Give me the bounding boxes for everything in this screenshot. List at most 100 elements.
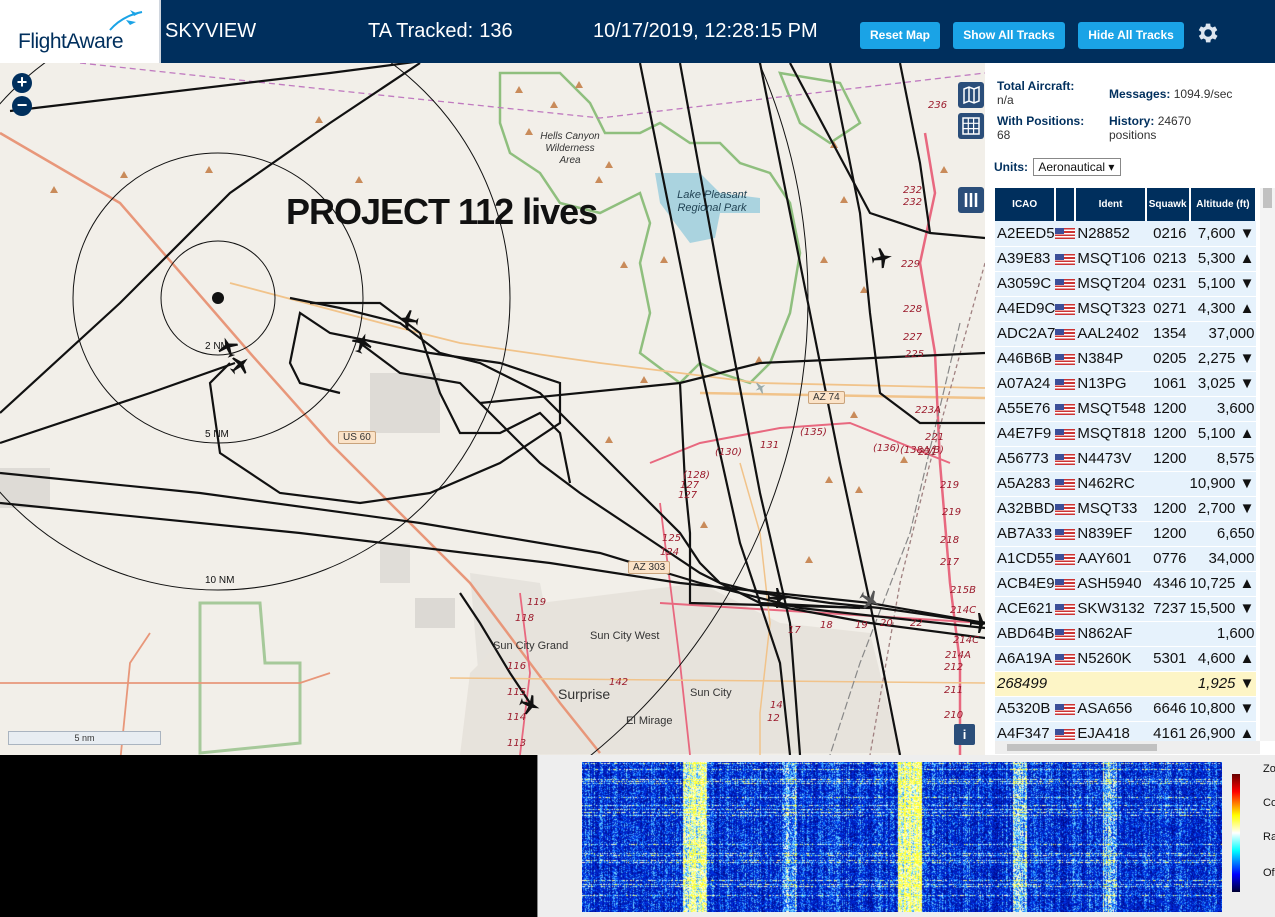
- map-layers-button[interactable]: [958, 82, 984, 108]
- flag-cell: [1055, 471, 1076, 497]
- tracked-count: 136: [479, 20, 513, 42]
- squawk-cell: 7237: [1145, 596, 1190, 622]
- flag-cell: [1055, 221, 1076, 247]
- table-row[interactable]: A39E83 MSQT106 0213 5,300 ▲: [995, 246, 1257, 272]
- with-positions-label: With Positions:: [997, 114, 1085, 128]
- grid-toggle-button[interactable]: [958, 113, 984, 139]
- table-row[interactable]: A4E7F9 MSQT818 1200 5,100 ▲: [995, 421, 1257, 447]
- show-all-tracks-button[interactable]: Show All Tracks: [953, 22, 1065, 49]
- table-row[interactable]: A6A19A N5260K 5301 4,600 ▲: [995, 646, 1257, 672]
- table-row[interactable]: AB7A33 N839EF 1200 6,650: [995, 521, 1257, 547]
- altitude-cell: 15,500 ▼: [1189, 596, 1257, 622]
- reset-map-button[interactable]: Reset Map: [860, 22, 940, 49]
- us-flag-icon: [1055, 328, 1076, 340]
- table-row[interactable]: A1CD55 AAY601 0776 34,000: [995, 546, 1257, 572]
- col-flag[interactable]: [1055, 188, 1077, 221]
- table-row[interactable]: ACE621 SKW3132 7237 15,500 ▼: [995, 596, 1257, 622]
- table-row[interactable]: ABD64B N862AF 1,600: [995, 621, 1257, 647]
- table-row[interactable]: ADC2A7 AAL2402 1354 37,000: [995, 321, 1257, 347]
- table-horizontal-scrollbar[interactable]: [995, 741, 1260, 754]
- col-squawk[interactable]: Squawk: [1145, 188, 1191, 221]
- tracked-status: TA Tracked: 136: [368, 20, 513, 43]
- info-button[interactable]: i: [954, 724, 975, 745]
- ident-cell: MSQT106: [1075, 246, 1146, 272]
- offset-control-label: Of: [1263, 867, 1275, 879]
- us-flag-icon: [1055, 453, 1076, 465]
- table-row[interactable]: A5320B ASA656 6646 10,800 ▼: [995, 696, 1257, 722]
- road-az74: AZ 74: [808, 391, 845, 404]
- table-row[interactable]: A2EED5 N28852 0216 7,600 ▼: [995, 221, 1257, 247]
- icao-cell: 268499: [995, 671, 1056, 697]
- place-sun-city-west: Sun City West: [590, 630, 660, 642]
- altitude-cell: 2,700 ▼: [1189, 496, 1257, 522]
- table-vertical-scrollbar[interactable]: [1260, 188, 1275, 741]
- svg-text:114: 114: [507, 712, 526, 723]
- squawk-cell: 6646: [1145, 696, 1190, 722]
- messages-value: 1094.9/sec: [1173, 87, 1233, 101]
- units-value: Aeronautical: [1038, 160, 1106, 174]
- squawk-cell: [1145, 621, 1190, 647]
- table-row[interactable]: A07A24 N13PG 1061 3,025 ▼: [995, 371, 1257, 397]
- svg-text:14: 14: [770, 700, 783, 711]
- icao-cell: ADC2A7: [995, 321, 1056, 347]
- table-row[interactable]: ACB4E9 ASH5940 4346 10,725 ▲: [995, 571, 1257, 597]
- flag-cell: [1055, 596, 1076, 622]
- hide-all-tracks-button[interactable]: Hide All Tracks: [1078, 22, 1184, 49]
- table-row[interactable]: A55E76 MSQT548 1200 3,600: [995, 396, 1257, 422]
- squawk-cell: 0213: [1145, 246, 1190, 272]
- zoom-out-button[interactable]: −: [12, 96, 32, 116]
- table-row[interactable]: A3059C MSQT204 0231 5,100 ▼: [995, 271, 1257, 297]
- icao-cell: A39E83: [995, 246, 1056, 272]
- us-flag-icon: [1055, 628, 1076, 640]
- logo-text: FlightAware: [18, 30, 124, 53]
- altitude-cell: 4,600 ▲: [1189, 646, 1257, 672]
- svg-text:215B: 215B: [950, 585, 976, 596]
- map-icon: [963, 85, 980, 105]
- table-row[interactable]: A5A283 N462RC 10,900 ▼: [995, 471, 1257, 497]
- flag-cell: [1055, 621, 1076, 647]
- svg-text:228: 228: [903, 304, 922, 315]
- squawk-cell: 1200: [1145, 396, 1190, 422]
- column-toggle-button[interactable]: [958, 187, 984, 213]
- altitude-cell: 8,575: [1189, 446, 1257, 472]
- us-flag-icon: [1055, 728, 1076, 740]
- flightaware-logo[interactable]: FlightAware: [0, 0, 161, 63]
- range-control-label: Ra: [1263, 831, 1275, 843]
- units-label: Units:: [994, 160, 1028, 174]
- icao-cell: A4ED9C: [995, 296, 1056, 322]
- place-lake-pleasant: Lake Pleasant Regional Park: [677, 189, 747, 214]
- squawk-cell: 0205: [1145, 346, 1190, 372]
- svg-text:118: 118: [515, 613, 534, 624]
- ident-cell: N4473V: [1075, 446, 1146, 472]
- svg-text:127: 127: [678, 490, 698, 501]
- map-canvas[interactable]: 236 232 232 229 228 227 225 223A 221 221 219 219…: [0, 63, 985, 755]
- units-select[interactable]: Aeronautical ▾: [1033, 158, 1122, 176]
- svg-text:211: 211: [944, 685, 963, 696]
- table-row[interactable]: A56773 N4473V 1200 8,575: [995, 446, 1257, 472]
- overlay-title: PROJECT 112 lives: [286, 191, 598, 232]
- ident-cell: N5260K: [1075, 646, 1146, 672]
- col-icao[interactable]: ICAO: [995, 188, 1057, 221]
- squawk-cell: 0271: [1145, 296, 1190, 322]
- svg-text:(138A/B): (138A/B): [900, 445, 944, 456]
- us-flag-icon: [1055, 653, 1076, 665]
- altitude-cell: 10,725 ▲: [1189, 571, 1257, 597]
- col-altitude[interactable]: Altitude (ft): [1189, 188, 1258, 221]
- ident-cell: N862AF: [1075, 621, 1146, 647]
- table-row[interactable]: A4ED9C MSQT323 0271 4,300 ▲: [995, 296, 1257, 322]
- svg-text:116: 116: [507, 661, 526, 672]
- us-flag-icon: [1055, 253, 1076, 265]
- col-ident[interactable]: Ident: [1075, 188, 1147, 221]
- icao-cell: ACB4E9: [995, 571, 1056, 597]
- squawk-cell: 1061: [1145, 371, 1190, 397]
- flag-cell: [1055, 371, 1076, 397]
- table-row[interactable]: 268499 1,925 ▼: [995, 671, 1257, 697]
- table-row[interactable]: A32BBD MSQT33 1200 2,700 ▼: [995, 496, 1257, 522]
- zoom-in-button[interactable]: +: [12, 73, 32, 93]
- table-row[interactable]: A46B6B N384P 0205 2,275 ▼: [995, 346, 1257, 372]
- us-flag-icon: [1055, 403, 1076, 415]
- svg-text:219: 219: [940, 480, 959, 491]
- gear-icon[interactable]: [1194, 20, 1220, 46]
- us-flag-icon: [1055, 703, 1076, 715]
- ident-cell: ASA656: [1075, 696, 1146, 722]
